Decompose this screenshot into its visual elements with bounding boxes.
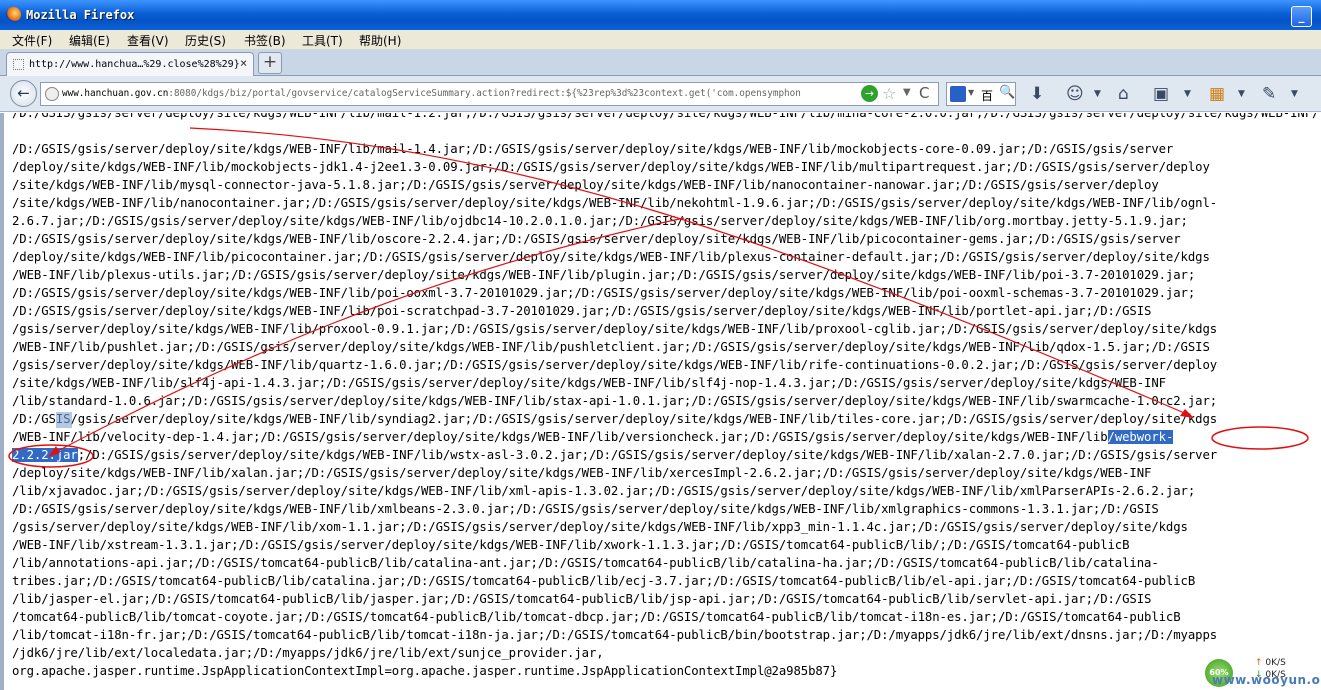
content-line: /WEB-INF/lib/plexus-utils.jar;/D:/GSIS/g…: [12, 268, 1196, 282]
content-line: /lib/annotations-api.jar;/D:/GSIS/tomcat…: [12, 556, 1159, 570]
content-line: /jdk6/jre/lib/ext/localedata.jar;/D:/mya…: [12, 646, 604, 660]
tools-dropdown-icon[interactable]: ▼: [1291, 89, 1298, 99]
menu-history[interactable]: 历史(S): [185, 32, 226, 49]
addon-dropdown-icon[interactable]: ▼: [1094, 89, 1101, 99]
url-text[interactable]: www.hanchuan.gov.cn:8080/kdgs/biz/portal…: [62, 88, 857, 99]
back-button[interactable]: ←: [10, 80, 37, 107]
content-line: /deploy/site/kdgs/WEB-INF/lib/xalan.jar;…: [12, 466, 1152, 480]
tools-icon[interactable]: ✎: [1262, 84, 1276, 104]
url-host: www.hanchuan.gov.cn: [62, 88, 169, 99]
content-line: /lib/standard-1.0.6.jar;/D:/GSIS/gsis/se…: [12, 394, 1218, 408]
content-line: /D:/GSIS/gsis/server/deploy/site/kdgs/WE…: [12, 304, 1152, 318]
minimize-button[interactable]: _: [1291, 6, 1312, 27]
selected-text[interactable]: 2.2.2.jar: [12, 448, 78, 462]
tab-label: http://www.hanchua…%29.close%28%29}: [29, 59, 240, 70]
search-engine-label: 百: [981, 89, 994, 103]
content-line: /site/kdgs/WEB-INF/lib/mysql-connector-j…: [12, 178, 1159, 192]
content-line: /D:/GSIS/gsis/server/deploy/site/kdgs/WE…: [12, 286, 1196, 300]
content-line: /lib/jasper-el.jar;/D:/GSIS/tomcat64-pub…: [12, 592, 1152, 606]
addon-icon[interactable]: ☺: [1066, 84, 1084, 104]
screenshot-dropdown-icon[interactable]: ▼: [1184, 89, 1191, 99]
content-line: /lib/xjavadoc.jar;/D:/GSIS/gsis/server/d…: [12, 484, 1196, 498]
content-line: /gsis/server/deploy/site/kdgs/WEB-INF/li…: [12, 322, 1218, 336]
url-dropdown-icon[interactable]: ▼: [903, 87, 911, 98]
home-icon[interactable]: ⌂: [1118, 84, 1129, 104]
apps-dropdown-icon[interactable]: ▼: [1238, 89, 1245, 99]
menu-bar: 文件(F) 编辑(E) 查看(V) 历史(S) 书签(B) 工具(T) 帮助(H…: [0, 30, 1321, 49]
menu-bookmarks[interactable]: 书签(B): [244, 32, 286, 49]
reload-icon[interactable]: C: [919, 84, 929, 102]
content-line: /tomcat64-publicB/lib/tomcat-coyote.jar;…: [12, 610, 1181, 624]
content-line: /D:/GSIS/gsis/server/deploy/site/kdgs/WE…: [12, 412, 1218, 426]
content-line: /D:/GSIS/gsis/server/deploy/site/kdgs/WE…: [12, 142, 1174, 156]
clipped-text-line: /D:/GSIS/gsis/server/deploy/site/kdgs/WE…: [12, 113, 1321, 120]
content-line: /D:/GSIS/gsis/server/deploy/site/kdgs/WE…: [12, 502, 1159, 516]
content-line: /gsis/server/deploy/site/kdgs/WEB-INF/li…: [12, 520, 1188, 534]
menu-file[interactable]: 文件(F): [12, 32, 52, 49]
search-box[interactable]: 🐾 ▼ 百 🔍: [946, 82, 1016, 106]
new-tab-button[interactable]: +: [258, 52, 282, 74]
watermark: www.wooyun.org: [1212, 673, 1321, 687]
url-bar[interactable]: www.hanchuan.gov.cn:8080/kdgs/biz/portal…: [40, 82, 939, 106]
content-line: /lib/tomcat-i18n-fr.jar;/D:/GSIS/tomcat6…: [12, 628, 1218, 642]
content-line: /WEB-INF/lib/velocity-dep-1.4.jar;/D:/GS…: [12, 430, 1174, 444]
title-bar: Mozilla Firefox _: [0, 0, 1321, 30]
content-line: tribes.jar;/D:/GSIS/tomcat64-publicB/lib…: [12, 574, 1196, 588]
apps-icon[interactable]: ▦: [1209, 84, 1225, 104]
url-path: :8080/kdgs/biz/portal/govservice/catalog…: [168, 88, 801, 99]
content-line: /site/kdgs/WEB-INF/lib/nanocontainer.jar…: [12, 196, 1218, 210]
globe-icon: [45, 87, 59, 101]
content-line: /deploy/site/kdgs/WEB-INF/lib/mockobject…: [12, 160, 1210, 174]
content-line: /WEB-INF/lib/xstream-1.3.1.jar;/D:/GSIS/…: [12, 538, 1130, 552]
page-content: /D:/GSIS/gsis/server/deploy/site/kdgs/WE…: [0, 113, 1321, 690]
menu-tools[interactable]: 工具(T): [302, 32, 343, 49]
menu-edit[interactable]: 编辑(E): [69, 32, 110, 49]
selected-text[interactable]: /webwork-: [1107, 430, 1173, 444]
navigation-toolbar: ← www.hanchuan.gov.cn:8080/kdgs/biz/port…: [0, 76, 1321, 112]
content-line: /gsis/server/deploy/site/kdgs/WEB-INF/li…: [12, 358, 1218, 372]
window-title: Mozilla Firefox: [26, 8, 135, 22]
screenshot-icon[interactable]: ▣: [1153, 84, 1169, 104]
search-engine-dropdown-icon[interactable]: ▼: [968, 88, 974, 97]
search-engine-icon[interactable]: 🐾: [950, 86, 966, 102]
content-line: /D:/GSIS/gsis/server/deploy/site/kdgs/WE…: [12, 232, 1181, 246]
content-line: 2.2.2.jar;/D:/GSIS/gsis/server/deploy/si…: [12, 448, 1218, 462]
content-line: org.apache.jasper.runtime.JspApplication…: [12, 664, 838, 678]
tab-current[interactable]: http://www.hanchua…%29.close%28%29} ×: [6, 52, 254, 76]
content-line: /WEB-INF/lib/pushlet.jar;/D:/GSIS/gsis/s…: [12, 340, 1210, 354]
page-favicon-icon: [13, 59, 24, 70]
menu-help[interactable]: 帮助(H): [359, 32, 401, 49]
tab-bar: http://www.hanchua…%29.close%28%29} × +: [0, 49, 1321, 76]
go-icon[interactable]: →: [861, 85, 878, 102]
firefox-logo-icon: [6, 7, 21, 22]
page-text: /D:/GSIS/gsis/server/deploy/site/kdgs/WE…: [12, 140, 1321, 680]
bookmark-star-icon[interactable]: ☆: [882, 84, 896, 103]
content-line: 2.6.7.jar;/D:/GSIS/gsis/server/deploy/si…: [12, 214, 1188, 228]
search-icon[interactable]: 🔍: [999, 85, 1015, 100]
download-icon[interactable]: ⬇: [1030, 84, 1044, 104]
menu-view[interactable]: 查看(V): [127, 32, 169, 49]
tab-close-icon[interactable]: ×: [240, 56, 247, 70]
content-line: /site/kdgs/WEB-INF/lib/slf4j-api-1.4.3.j…: [12, 376, 1166, 390]
content-line: /deploy/site/kdgs/WEB-INF/lib/picocontai…: [12, 250, 1210, 264]
